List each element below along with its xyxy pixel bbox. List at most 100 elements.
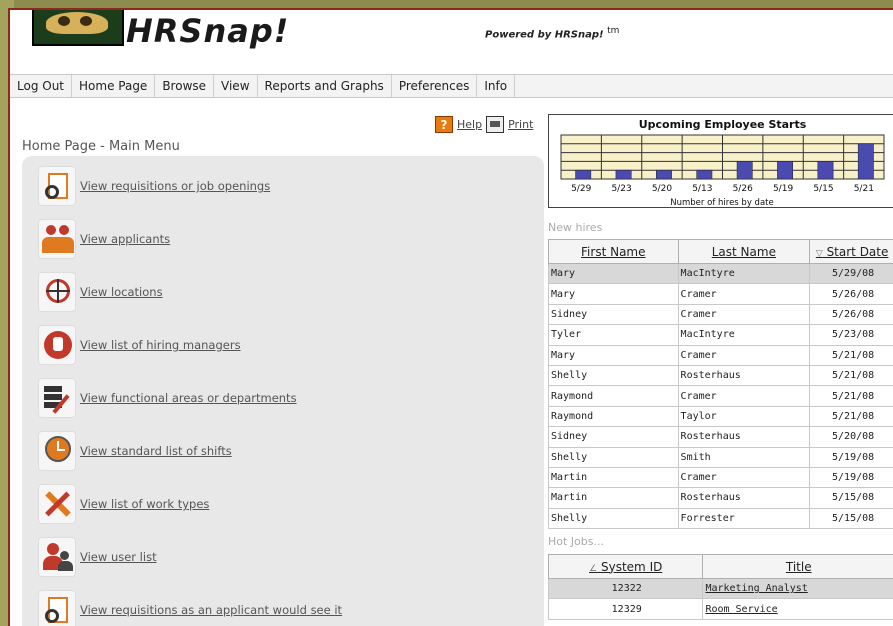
menu-label[interactable]: View list of work types <box>80 497 209 511</box>
start-date-cell: 5/26/08 <box>809 303 893 326</box>
start-date-cell: 5/21/08 <box>809 405 893 428</box>
sort-indicator: ∠ <box>589 563 598 574</box>
chart-bar <box>857 143 874 180</box>
nav-reports-and-graphs[interactable]: Reports and Graphs <box>258 75 392 97</box>
first-name-cell: Mary <box>548 262 679 285</box>
last-name-cell: Cramer <box>677 344 811 366</box>
nav-browse[interactable]: Browse <box>155 75 215 97</box>
page-title: Home Page - Main Menu <box>22 139 180 154</box>
powered-by-text: Powered by HRSnap! tm <box>485 26 620 41</box>
menu-item-users[interactable]: View user list <box>38 535 157 579</box>
nav-info[interactable]: Info <box>477 75 516 97</box>
menu-item-locations[interactable]: View locations <box>38 270 163 314</box>
last-name-cell: Rosterhaus <box>677 487 811 509</box>
column-header-first-name[interactable]: First Name <box>548 239 679 264</box>
help-icon[interactable]: ? <box>435 116 453 133</box>
x-tick-label: 5/20 <box>652 184 672 194</box>
table-row[interactable]: Mary Cramer 5/21/08 <box>548 344 893 366</box>
table-row[interactable]: Mary Cramer 5/26/08 <box>548 283 893 305</box>
column-header-title[interactable]: Title <box>702 554 893 579</box>
first-name-cell: Shelly <box>548 446 679 468</box>
table-row[interactable]: Sidney Rosterhaus 5/20/08 <box>548 426 893 448</box>
last-name-cell: MacIntyre <box>677 324 811 346</box>
main-nav: Log Out Home Page Browse View Reports an… <box>10 74 893 98</box>
print-link[interactable]: Print <box>508 118 533 131</box>
last-name-cell: Cramer <box>677 283 811 305</box>
start-date-cell: 5/21/08 <box>809 344 893 366</box>
table-row[interactable]: Tyler MacIntyre 5/23/08 <box>548 324 893 346</box>
manager-badge-icon <box>38 325 76 365</box>
column-header-system-id[interactable]: ∠ System ID <box>547 554 704 579</box>
last-name-cell: MacIntyre <box>677 262 811 285</box>
last-name-cell: Cramer <box>677 303 811 326</box>
menu-item-applicant-view[interactable]: View requisitions as an applicant would … <box>38 588 342 626</box>
chart-bar <box>656 169 672 180</box>
table-row[interactable]: Raymond Cramer 5/21/08 <box>548 385 893 407</box>
hot-jobs-table: ∠ System ID Title 12322 Marketing Analyst… <box>547 554 893 620</box>
start-date-cell: 5/29/08 <box>809 262 893 285</box>
main-menu-panel: View requisitions or job openings View a… <box>22 156 544 626</box>
menu-item-departments[interactable]: View functional areas or departments <box>38 376 297 420</box>
requisition-icon <box>38 166 76 206</box>
table-row[interactable]: Sidney Cramer 5/26/08 <box>548 303 893 326</box>
help-link[interactable]: Help <box>457 118 482 131</box>
chart-bar <box>696 169 713 180</box>
chart-canvas: 5/29 5/23 5/20 5/13 5/26 5/19 5/15 5/21 Number o… <box>560 134 885 208</box>
new-hires-label: New hires <box>548 221 603 234</box>
table-row[interactable]: Shelly Smith 5/19/08 <box>548 446 893 468</box>
menu-item-applicants[interactable]: View applicants <box>38 217 170 261</box>
menu-label[interactable]: View list of hiring managers <box>80 338 241 352</box>
app-window: HRSnap! Powered by HRSnap! tm Log Out Ho… <box>8 8 893 626</box>
table-row[interactable]: 12322 Marketing Analyst <box>547 577 893 600</box>
print-icon[interactable] <box>486 116 505 133</box>
job-title-link[interactable]: Room Service <box>702 598 893 620</box>
menu-label[interactable]: View functional areas or departments <box>80 391 297 405</box>
departments-icon <box>38 378 76 418</box>
upcoming-starts-chart: Upcoming Employee Starts 5/29 5/23 5/20 5/1… <box>548 114 893 208</box>
brand-title: HRSnap! <box>126 12 290 50</box>
job-title-link[interactable]: Marketing Analyst <box>702 577 893 600</box>
table-row[interactable]: Mary MacIntyre 5/29/08 <box>548 262 893 285</box>
start-date-cell: 5/21/08 <box>809 385 893 407</box>
table-row[interactable]: Martin Rosterhaus 5/15/08 <box>548 487 893 509</box>
tools-icon <box>38 484 76 524</box>
applicants-icon <box>38 219 76 259</box>
nav-log-out[interactable]: Log Out <box>10 75 73 97</box>
x-tick-label: 5/19 <box>773 184 793 194</box>
start-date-cell: 5/20/08 <box>809 426 893 448</box>
help-print-toolbar: ? Help Print <box>435 116 533 133</box>
nav-preferences[interactable]: Preferences <box>392 75 478 97</box>
last-name-cell: Cramer <box>677 385 811 407</box>
x-tick-label: 5/15 <box>813 184 833 194</box>
chart-bar <box>777 161 794 180</box>
x-tick-label: 5/26 <box>733 184 753 194</box>
users-icon <box>38 537 76 577</box>
table-row[interactable]: Shelly Forrester 5/15/08 <box>548 507 893 530</box>
menu-label[interactable]: View requisitions as an applicant would … <box>80 603 342 617</box>
menu-item-hiring-managers[interactable]: View list of hiring managers <box>38 323 241 367</box>
menu-item-shifts[interactable]: View standard list of shifts <box>38 429 232 473</box>
table-row[interactable]: Martin Cramer 5/19/08 <box>548 466 893 489</box>
chart-bar <box>575 169 592 180</box>
menu-label[interactable]: View standard list of shifts <box>80 444 232 458</box>
table-row[interactable]: Shelly Rosterhaus 5/21/08 <box>548 364 893 387</box>
start-date-cell: 5/26/08 <box>809 283 893 305</box>
column-header-last-name[interactable]: Last Name <box>677 239 811 264</box>
first-name-cell: Martin <box>548 466 679 489</box>
table-row[interactable]: Raymond Taylor 5/21/08 <box>548 405 893 428</box>
start-date-cell: 5/15/08 <box>809 507 893 530</box>
menu-item-requisitions[interactable]: View requisitions or job openings <box>38 164 270 208</box>
x-tick-label: 5/13 <box>692 184 712 194</box>
menu-item-work-types[interactable]: View list of work types <box>38 482 209 526</box>
menu-label[interactable]: View user list <box>80 550 157 564</box>
nav-home-page[interactable]: Home Page <box>72 75 156 97</box>
menu-label[interactable]: View locations <box>80 285 163 299</box>
table-row[interactable]: 12329 Room Service <box>547 598 893 620</box>
first-name-cell: Mary <box>548 344 679 366</box>
nav-view[interactable]: View <box>214 75 258 97</box>
chart-bar <box>736 161 753 180</box>
menu-label[interactable]: View applicants <box>80 232 170 246</box>
menu-label[interactable]: View requisitions or job openings <box>80 179 270 193</box>
start-date-cell: 5/19/08 <box>809 446 893 468</box>
column-header-start-date[interactable]: ▽ Start Date <box>809 239 893 264</box>
